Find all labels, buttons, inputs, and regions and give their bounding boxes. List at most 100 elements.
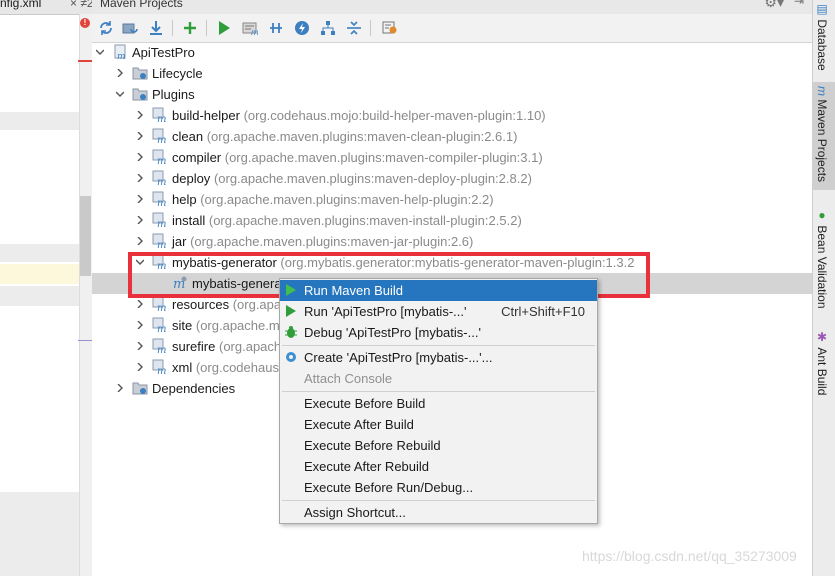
editor-stripe-mark bbox=[78, 340, 92, 341]
chevron-right-icon[interactable] bbox=[136, 363, 144, 371]
plugin-label: build-helper (org.codehaus.mojo:build-he… bbox=[172, 108, 546, 123]
folder-gear-icon bbox=[132, 67, 148, 80]
chevron-right-icon[interactable] bbox=[136, 216, 144, 224]
menu-item-execute-before-build[interactable]: Execute Before Build bbox=[280, 393, 597, 414]
toggle-offline-icon[interactable] bbox=[266, 18, 286, 38]
plugin-row[interactable]: m clean (org.apache.maven.plugins:maven-… bbox=[92, 126, 812, 147]
menu-item-execute-after-rebuild[interactable]: Execute After Rebuild bbox=[280, 456, 597, 477]
menu-item-execute-after-build[interactable]: Execute After Build bbox=[280, 414, 597, 435]
editor-line-highlight bbox=[0, 286, 79, 306]
plugin-row[interactable]: m deploy (org.apache.maven.plugins:maven… bbox=[92, 168, 812, 189]
plugin-row[interactable]: m build-helper (org.codehaus.mojo:build-… bbox=[92, 105, 812, 126]
generate-sources-icon[interactable] bbox=[120, 18, 140, 38]
maven-plugin-icon: m bbox=[152, 212, 166, 228]
editor-line-highlight bbox=[0, 112, 79, 130]
chevron-right-icon[interactable] bbox=[116, 384, 124, 392]
editor-tab[interactable]: nfig.xml × ≠2 bbox=[0, 0, 92, 15]
add-icon[interactable] bbox=[180, 18, 200, 38]
tool-window-database[interactable]: ▤ Database bbox=[815, 2, 829, 71]
menu-item-create[interactable]: Create 'ApiTestPro [mybatis-...'... bbox=[280, 347, 597, 368]
folder-gear-icon bbox=[132, 88, 148, 101]
tree-lifecycle[interactable]: Lifecycle bbox=[92, 63, 812, 84]
ant-icon: ✱ bbox=[815, 330, 829, 344]
plugin-label: mybatis-generator (org.mybatis.generator… bbox=[172, 255, 635, 270]
maven-plugin-icon: m bbox=[152, 254, 166, 270]
maven-plugin-icon: m bbox=[152, 338, 166, 354]
editor-gutter bbox=[79, 14, 92, 576]
tool-window-maven-projects[interactable]: m Maven Projects bbox=[815, 86, 829, 182]
plugin-row[interactable]: m compiler (org.apache.maven.plugins:mav… bbox=[92, 147, 812, 168]
execute-goal-icon[interactable]: m bbox=[240, 18, 260, 38]
svg-text:m: m bbox=[157, 324, 166, 333]
chevron-right-icon[interactable] bbox=[116, 69, 124, 77]
menu-item-assign-shortcut[interactable]: Assign Shortcut... bbox=[280, 502, 597, 523]
plugin-row[interactable]: m install (org.apache.maven.plugins:mave… bbox=[92, 210, 812, 231]
editor-scrollbar-thumb[interactable] bbox=[80, 196, 91, 276]
editor-line-highlight bbox=[0, 492, 79, 576]
svg-text:m: m bbox=[117, 52, 126, 60]
plugin-label: resources (org.apa bbox=[172, 297, 282, 312]
goal-label: mybatis-genera bbox=[192, 276, 282, 291]
chevron-down-icon[interactable] bbox=[136, 258, 144, 266]
tree-root[interactable]: m ApiTestPro bbox=[92, 42, 812, 63]
chevron-right-icon[interactable] bbox=[136, 342, 144, 350]
plugin-label: install (org.apache.maven.plugins:maven-… bbox=[172, 213, 522, 228]
svg-text:m: m bbox=[157, 345, 166, 354]
chevron-right-icon[interactable] bbox=[136, 132, 144, 140]
menu-item-run-maven-build[interactable]: Run Maven Build bbox=[280, 280, 597, 301]
chevron-right-icon[interactable] bbox=[136, 237, 144, 245]
debug-bug-icon bbox=[285, 326, 297, 338]
maven-plugin-icon: m bbox=[152, 233, 166, 249]
show-dependencies-icon[interactable] bbox=[318, 18, 338, 38]
reimport-icon[interactable] bbox=[96, 18, 116, 38]
plugin-label: site (org.apache.m bbox=[172, 318, 280, 333]
gear-icon[interactable]: ⚙▾ bbox=[764, 0, 784, 11]
error-icon[interactable]: ! bbox=[80, 18, 90, 28]
menu-item-execute-before-rebuild[interactable]: Execute Before Rebuild bbox=[280, 435, 597, 456]
chevron-right-icon[interactable] bbox=[136, 174, 144, 182]
chevron-right-icon[interactable] bbox=[136, 321, 144, 329]
plugin-label: deploy (org.apache.maven.plugins:maven-d… bbox=[172, 171, 532, 186]
menu-item-debug[interactable]: Debug 'ApiTestPro [mybatis-...' bbox=[280, 322, 597, 343]
tool-window-ant-build[interactable]: ✱ Ant Build bbox=[815, 330, 829, 395]
plugin-label: clean (org.apache.maven.plugins:maven-cl… bbox=[172, 129, 518, 144]
svg-text:m: m bbox=[157, 135, 166, 144]
toolbar-separator bbox=[370, 20, 371, 36]
plugin-row[interactable]: m help (org.apache.maven.plugins:maven-h… bbox=[92, 189, 812, 210]
plugin-label: surefire (org.apach bbox=[172, 339, 282, 354]
maven-project-icon: m bbox=[114, 44, 126, 60]
run-icon[interactable] bbox=[214, 18, 234, 38]
chevron-right-icon[interactable] bbox=[136, 300, 144, 308]
svg-text:m: m bbox=[157, 240, 166, 249]
settings-icon[interactable] bbox=[380, 18, 400, 38]
tree-plugins[interactable]: Plugins bbox=[92, 84, 812, 105]
plugin-label: jar (org.apache.maven.plugins:maven-jar-… bbox=[172, 234, 474, 249]
maven-goal-icon: m bbox=[173, 276, 187, 291]
chevron-right-icon[interactable] bbox=[136, 111, 144, 119]
maven-toolbar: m bbox=[92, 14, 812, 43]
tool-window-bean-validation[interactable]: ● Bean Validation bbox=[815, 208, 829, 309]
hide-panel-icon[interactable]: ⇥ bbox=[794, 0, 804, 8]
tree-dependencies-label: Dependencies bbox=[152, 381, 236, 396]
svg-text:m: m bbox=[157, 303, 166, 312]
chevron-right-icon[interactable] bbox=[136, 153, 144, 161]
download-icon[interactable] bbox=[146, 18, 166, 38]
collapse-all-icon[interactable] bbox=[344, 18, 364, 38]
skip-tests-icon[interactable] bbox=[292, 18, 312, 38]
editor-tab-extra[interactable]: × ≠2 bbox=[70, 0, 92, 9]
maven-plugin-icon: m bbox=[152, 191, 166, 207]
chevron-down-icon[interactable] bbox=[116, 90, 124, 98]
plugin-row[interactable]: m jar (org.apache.maven.plugins:maven-ja… bbox=[92, 231, 812, 252]
editor-area[interactable]: nfig.xml × ≠2 ! bbox=[0, 0, 93, 576]
chevron-right-icon[interactable] bbox=[136, 195, 144, 203]
chevron-down-icon[interactable] bbox=[96, 48, 104, 56]
menu-item-run[interactable]: Run 'ApiTestPro [mybatis-...' Ctrl+Shift… bbox=[280, 301, 597, 322]
plugin-row-mybatis-generator[interactable]: m mybatis-generator (org.mybatis.generat… bbox=[92, 252, 812, 273]
editor-tab-label[interactable]: nfig.xml bbox=[0, 0, 41, 9]
menu-item-execute-before-run-debug[interactable]: Execute Before Run/Debug... bbox=[280, 477, 597, 498]
error-stripe[interactable] bbox=[78, 60, 92, 62]
maven-icon: m bbox=[815, 86, 829, 96]
folder-gear-icon bbox=[132, 382, 148, 395]
svg-text:m: m bbox=[157, 156, 166, 165]
context-menu: Run Maven Build Run 'ApiTestPro [mybatis… bbox=[279, 278, 598, 524]
